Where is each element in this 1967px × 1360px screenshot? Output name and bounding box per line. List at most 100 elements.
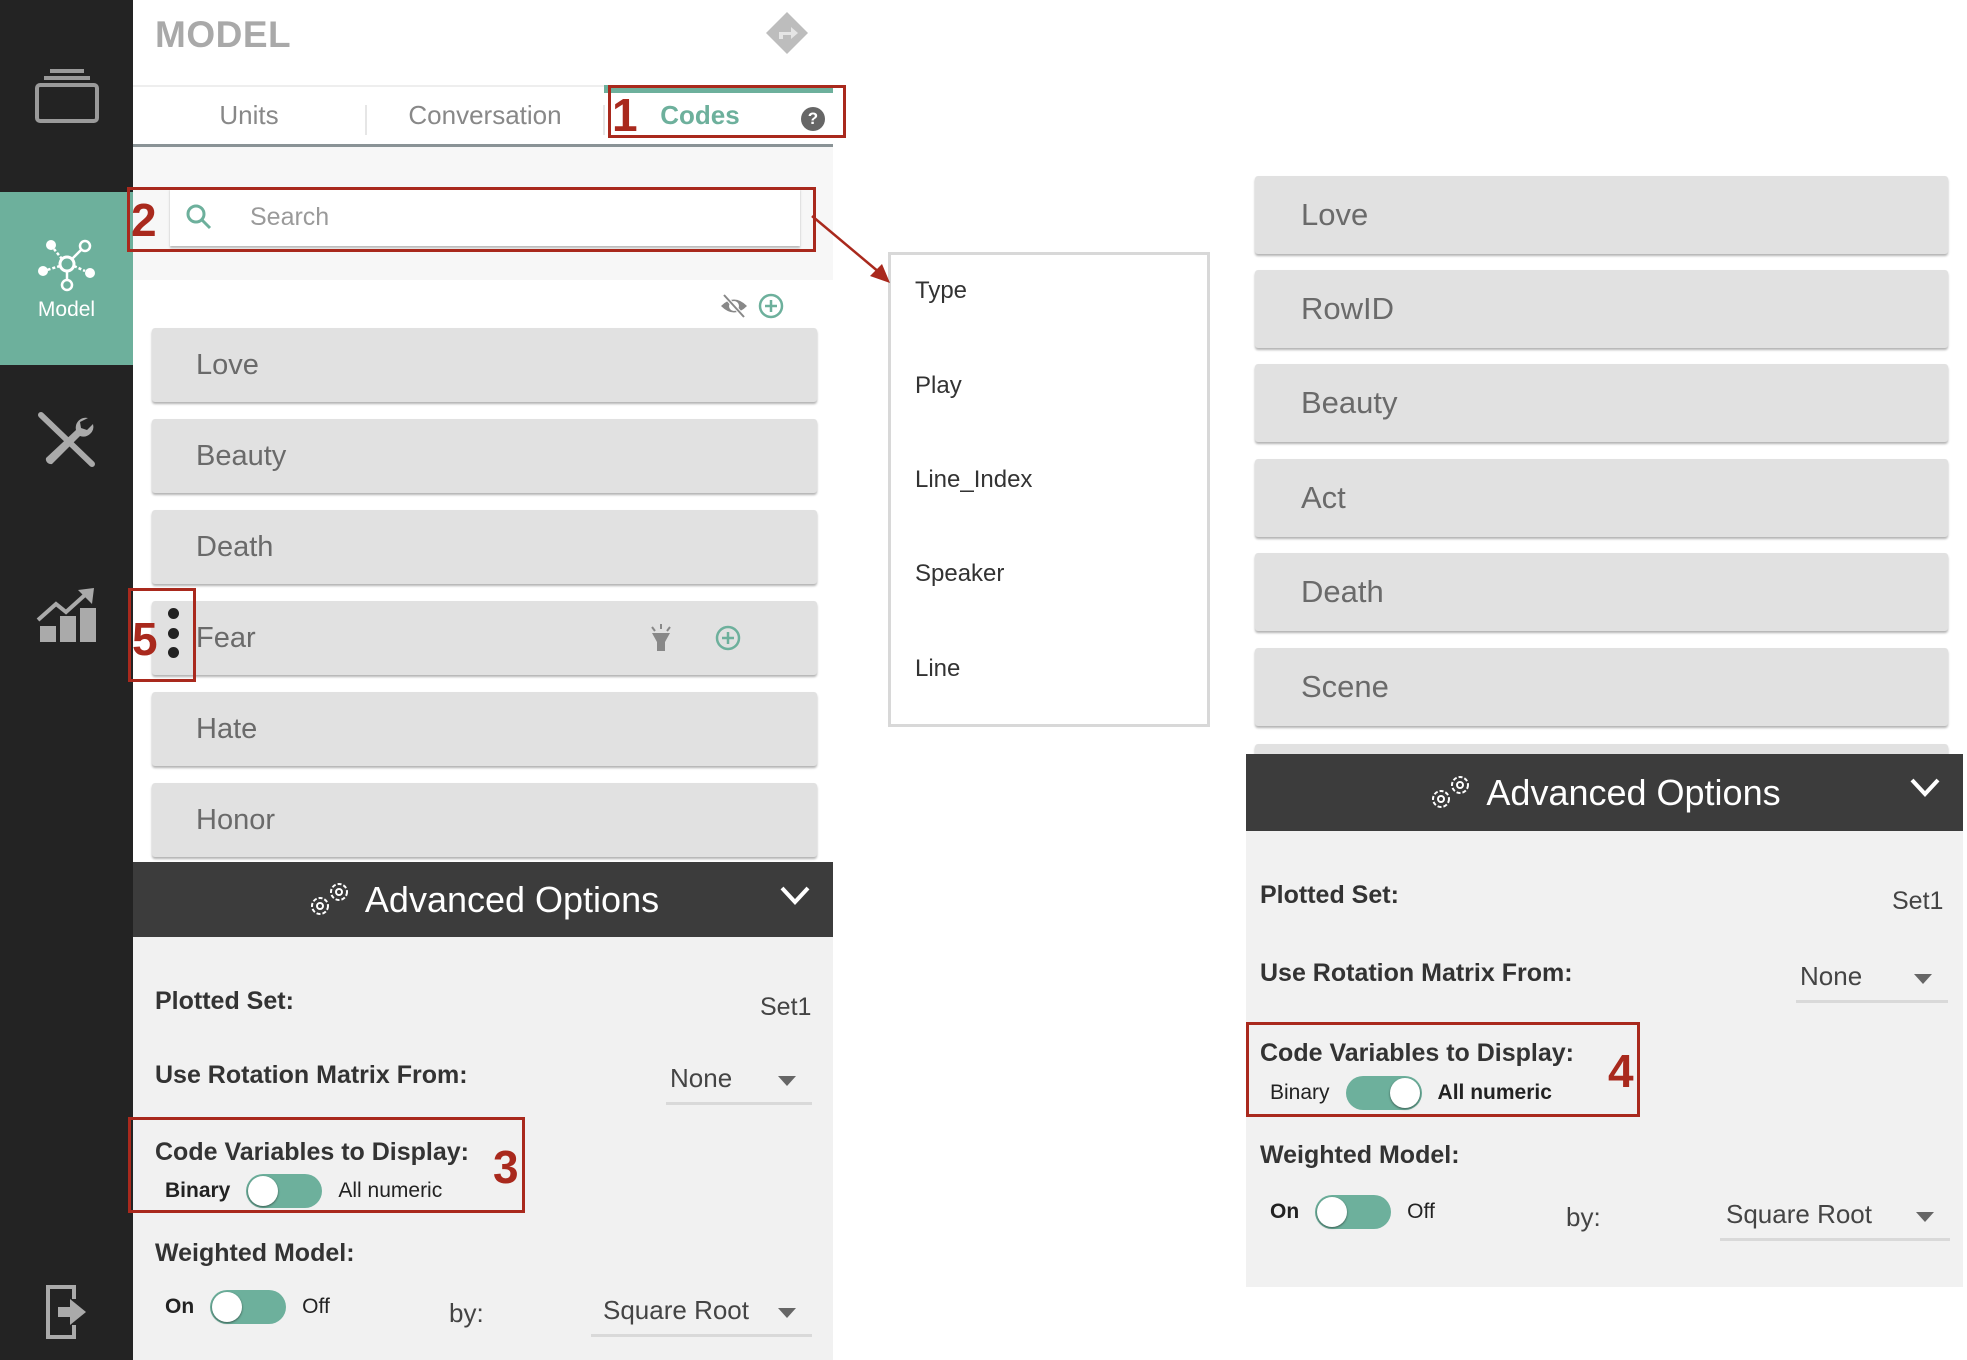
chevron-down-icon[interactable] [779, 884, 811, 906]
code-item[interactable]: Love [152, 328, 817, 402]
page-title: MODEL [155, 14, 292, 55]
hide-eye-icon[interactable] [719, 293, 749, 319]
toggle-knob [212, 1292, 243, 1322]
rotation-matrix-select[interactable]: None [1796, 953, 1948, 1003]
sidebar-item-plot[interactable] [0, 575, 133, 655]
code-name: Honor [196, 803, 275, 836]
code-name: Love [1301, 197, 1369, 232]
code-name: Act [1301, 480, 1346, 515]
tab-units[interactable]: Units [133, 87, 365, 144]
code-item[interactable]: Beauty [152, 419, 817, 493]
rotation-matrix-value: None [670, 1063, 733, 1093]
rotation-matrix-value: None [1800, 961, 1863, 991]
code-item[interactable]: Hate [152, 692, 817, 766]
tools-icon [37, 412, 95, 467]
code-name: Death [1301, 574, 1384, 609]
annotation-number: 4 [1608, 1045, 1634, 1097]
gears-icon [310, 882, 348, 915]
advanced-options-title: Advanced Options [1486, 771, 1781, 813]
annotation-arrow [811, 215, 890, 283]
row-actions [648, 623, 742, 653]
annotation-box-4 [1246, 1022, 1640, 1117]
weighted-model-label: Weighted Model: [155, 1239, 355, 1267]
flashlight-icon[interactable] [648, 623, 674, 653]
network-icon [37, 239, 95, 291]
dropdown-caret-icon [778, 1076, 796, 1086]
tab-label: Units [219, 100, 279, 130]
annotation-number: 2 [131, 194, 157, 246]
stack-icon [34, 69, 99, 123]
weighting-value: Square Root [603, 1295, 749, 1325]
weighted-model-label: Weighted Model: [1260, 1141, 1460, 1169]
code-name: RowID [1301, 291, 1395, 326]
on-label: On [1270, 1200, 1300, 1223]
sidebar-item-label: Model [37, 297, 96, 321]
plotted-set-label: Plotted Set: [155, 987, 294, 1015]
off-label: Off [1407, 1200, 1435, 1223]
chart-icon [36, 588, 96, 642]
rotation-matrix-select[interactable]: None [666, 1055, 812, 1105]
advanced-options-title: Advanced Options [364, 878, 660, 920]
variable-item[interactable]: Line_Index [915, 466, 1032, 494]
weighting-value: Square Root [1726, 1199, 1872, 1229]
code-item[interactable]: Death [152, 510, 817, 584]
variable-item[interactable]: Type [915, 277, 967, 305]
add-circle-icon[interactable] [757, 292, 785, 320]
annotation-box-1 [608, 85, 846, 138]
annotation-number: 5 [132, 613, 158, 665]
code-name: Beauty [1301, 385, 1398, 420]
code-item[interactable]: Scene [1255, 648, 1948, 726]
code-item[interactable]: Honor [152, 783, 817, 857]
annotation-box-3 [128, 1117, 525, 1213]
code-item[interactable]: Beauty [1255, 364, 1948, 442]
share-button[interactable] [765, 11, 809, 55]
dropdown-caret-icon [1916, 1212, 1934, 1222]
plotted-set-value: Set1 [760, 993, 812, 1021]
exit-icon [45, 1285, 86, 1339]
weighting-select[interactable]: Square Root [1720, 1191, 1950, 1241]
advanced-options-header[interactable]: Advanced Options [133, 862, 833, 937]
gears-icon [1432, 775, 1470, 808]
share-diamond-icon [766, 12, 808, 54]
advanced-options-header[interactable]: Advanced Options [1246, 754, 1963, 831]
drag-handle-icon[interactable] [166, 608, 180, 658]
annotation-number: 1 [612, 89, 638, 141]
chevron-down-icon[interactable] [1909, 776, 1941, 798]
sidebar-item-data[interactable] [0, 55, 133, 135]
off-label: Off [302, 1295, 330, 1318]
code-name: Beauty [196, 439, 287, 472]
annotation-box-2 [127, 187, 816, 252]
code-item[interactable]: RowID [1255, 270, 1948, 348]
weighted-model-toggle-row: On Off [165, 1290, 330, 1324]
weighted-model-toggle-row: On Off [1270, 1195, 1435, 1229]
sidebar-item-exit[interactable] [0, 1272, 133, 1352]
variable-item[interactable]: Play [915, 372, 962, 400]
dropdown-caret-icon [778, 1308, 796, 1318]
weighting-select[interactable]: Square Root [591, 1287, 812, 1337]
sidebar-item-tools[interactable] [0, 398, 133, 484]
variable-item[interactable]: Line [915, 655, 960, 683]
code-name: Scene [1301, 669, 1389, 704]
sidebar: Model [0, 0, 133, 1360]
by-label: by: [449, 1298, 484, 1328]
annotation-number: 3 [493, 1141, 519, 1193]
rotation-matrix-label: Use Rotation Matrix From: [155, 1061, 468, 1089]
on-label: On [165, 1295, 195, 1318]
dropdown-caret-icon [1914, 974, 1932, 984]
add-circle-icon[interactable] [714, 624, 742, 652]
sidebar-item-model[interactable]: Model [0, 192, 133, 365]
rotation-matrix-label: Use Rotation Matrix From: [1260, 959, 1573, 987]
code-name: Death [196, 530, 274, 563]
code-item[interactable]: Death [1255, 553, 1948, 631]
code-item-hovered[interactable]: Fear [152, 601, 817, 675]
weighted-model-toggle[interactable] [210, 1290, 287, 1324]
weighted-model-toggle[interactable] [1315, 1195, 1392, 1229]
code-item[interactable]: Act [1255, 459, 1948, 537]
tab-conversation[interactable]: Conversation [367, 87, 603, 144]
code-name: Fear [196, 621, 256, 654]
plotted-set-value: Set1 [1892, 887, 1944, 915]
code-name: Hate [196, 712, 258, 745]
variable-item[interactable]: Speaker [915, 560, 1004, 588]
variable-list: Type Play Line_Index Speaker Line [888, 252, 1210, 727]
code-item[interactable]: Love [1255, 176, 1948, 254]
